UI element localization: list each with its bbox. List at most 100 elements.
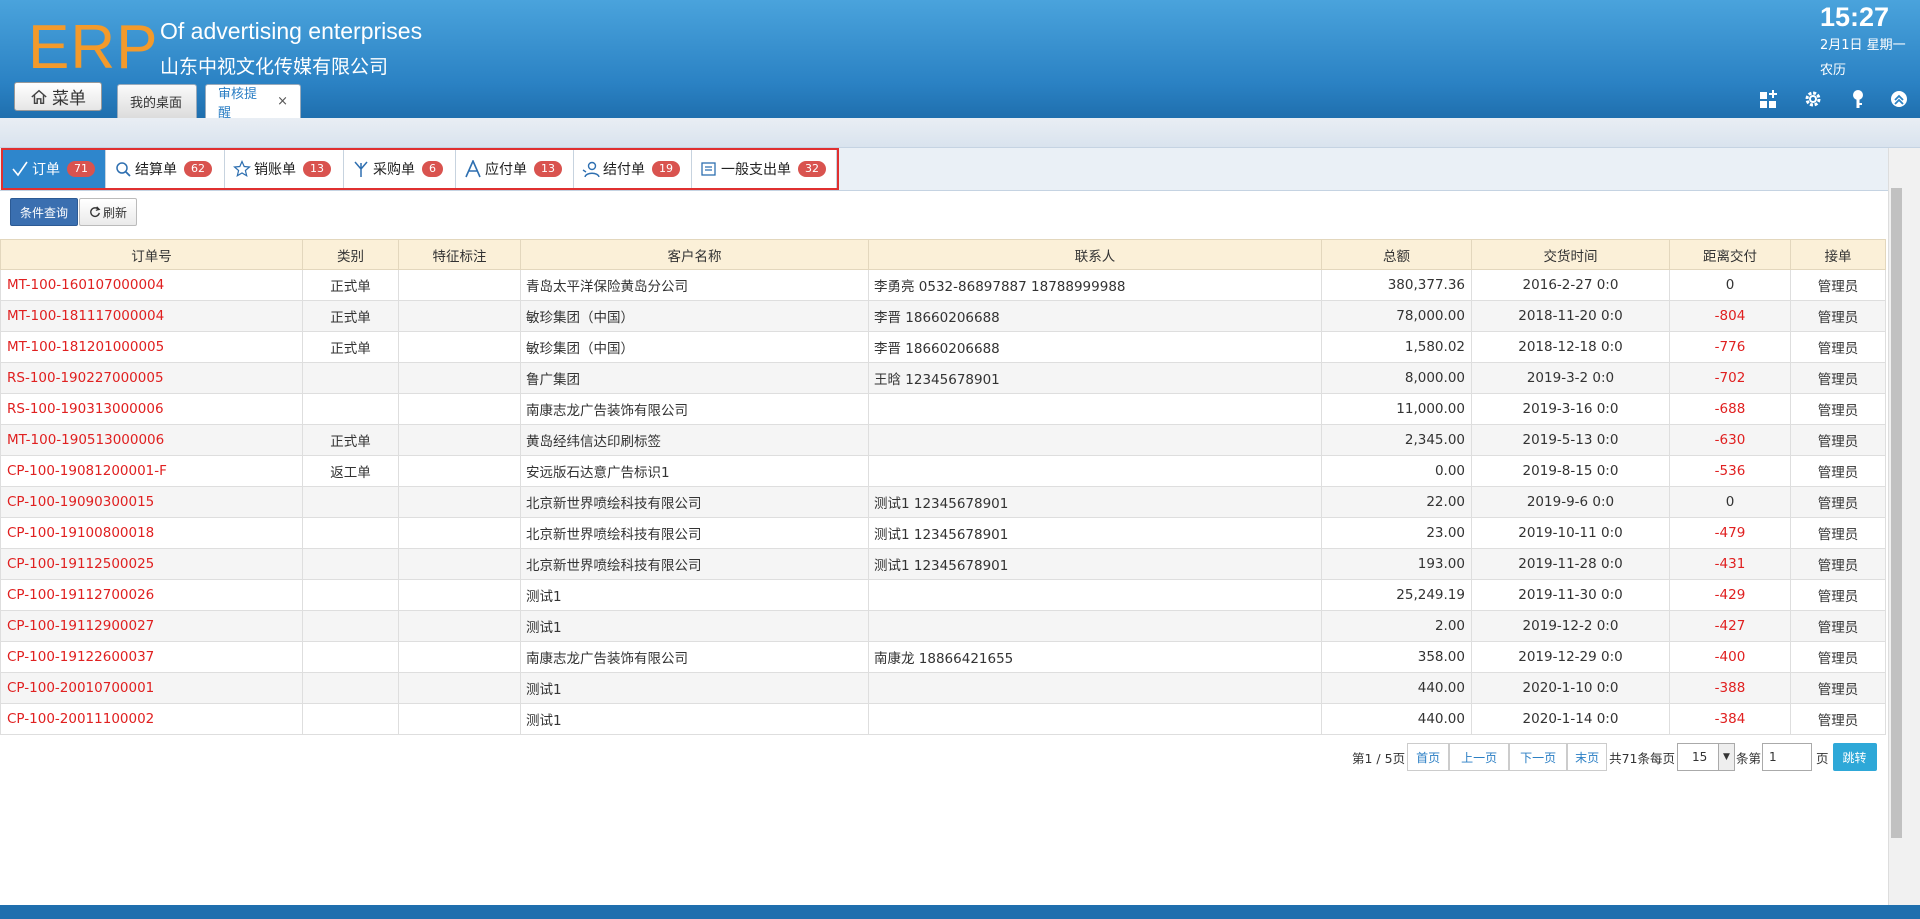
condition-query-button[interactable]: 条件查询 (10, 198, 78, 226)
tab-desktop[interactable]: 我的桌面 (117, 84, 197, 118)
order-number-link[interactable]: CP-100-19112500025 (0, 548, 303, 580)
column-header: 联系人 (868, 239, 1322, 270)
refresh-label: 刷新 (102, 205, 127, 220)
table-cell: 193.00 (1321, 548, 1472, 580)
check-icon (12, 161, 28, 177)
table-cell: -388 (1669, 672, 1791, 704)
order-number-link[interactable]: MT-100-181201000005 (0, 331, 303, 363)
table-row[interactable]: CP-100-19112700026 测试1 25,249.19 2019-11-30… (0, 579, 1886, 611)
goto-prefix: 条第 (1735, 750, 1761, 766)
table-row[interactable]: CP-100-19100800018 北京新世界喷绘科技有限公司 测试1 12345… (0, 517, 1886, 549)
per-page-select[interactable]: 15 ▼ (1676, 743, 1735, 771)
table-cell (302, 641, 399, 673)
app-header: ERP Of advertising enterprises 山东中视文化传媒有… (0, 0, 1920, 121)
table-header-row: 订单号 类别 特征标注 客户名称 联系人 总额 交货时间 距离交付 接单 (0, 239, 1886, 270)
doc-tab-orders[interactable]: 订单 71 (3, 150, 106, 188)
vertical-scrollbar[interactable] (1888, 148, 1904, 905)
goto-page-input[interactable]: 1 (1762, 743, 1812, 771)
key-icon[interactable] (1847, 88, 1869, 110)
column-header: 类别 (302, 239, 399, 270)
table-cell (302, 486, 399, 518)
table-row[interactable]: CP-100-19122600037 南康志龙广告装饰有限公司 南康龙 188664… (0, 641, 1886, 673)
grid-add-icon[interactable] (1758, 88, 1780, 110)
table-cell: 测试1 (520, 703, 869, 735)
order-number-link[interactable]: CP-100-19112700026 (0, 579, 303, 611)
doc-tab-general-expense[interactable]: 一般支出单 32 (692, 150, 837, 188)
table-cell: 鲁广集团 (520, 362, 869, 394)
table-cell: 2019-10-11 0:0 (1471, 517, 1670, 549)
goto-button[interactable]: 跳转 (1832, 743, 1877, 771)
doc-tab-payment[interactable]: 结付单 19 (574, 150, 692, 188)
count-badge: 71 (67, 161, 95, 177)
order-number-link[interactable]: MT-100-190513000006 (0, 424, 303, 456)
table-cell: 2016-2-27 0:0 (1471, 269, 1670, 301)
refresh-button[interactable]: 刷新 (79, 198, 137, 226)
menu-label: 菜单 (52, 89, 86, 109)
table-cell: -384 (1669, 703, 1791, 735)
table-cell (398, 641, 521, 673)
order-number-link[interactable]: RS-100-190227000005 (0, 362, 303, 394)
table-cell (302, 548, 399, 580)
order-number-link[interactable]: MT-100-181117000004 (0, 300, 303, 332)
table-cell: 正式单 (302, 269, 399, 301)
table-cell (398, 455, 521, 487)
table-cell (398, 703, 521, 735)
table-cell: 管理员 (1790, 548, 1886, 580)
doc-tab-purchase[interactable]: 采购单 6 (344, 150, 456, 188)
table-cell: -630 (1669, 424, 1791, 456)
table-row[interactable]: CP-100-19081200001-F 返工单 安远版石达意广告标识1 0.00 20… (0, 455, 1886, 487)
menu-button[interactable]: 菜单 (14, 82, 102, 111)
table-cell: 2019-9-6 0:0 (1471, 486, 1670, 518)
table-row[interactable]: RS-100-190227000005 鲁广集团 王晗 12345678901 8,0… (0, 362, 1886, 394)
doc-tab-label: 应付单 (485, 162, 527, 178)
table-row[interactable]: CP-100-19112500025 北京新世界喷绘科技有限公司 测试1 12345… (0, 548, 1886, 580)
order-number-link[interactable]: CP-100-20010700001 (0, 672, 303, 704)
order-number-link[interactable]: RS-100-190313000006 (0, 393, 303, 425)
table-cell: -479 (1669, 517, 1791, 549)
table-cell: -400 (1669, 641, 1791, 673)
table-cell: 青岛太平洋保险黄岛分公司 (520, 269, 869, 301)
tab-close-icon[interactable]: × (277, 94, 288, 109)
home-icon (31, 89, 47, 104)
table-cell: -688 (1669, 393, 1791, 425)
outer-scrollbar[interactable] (1904, 148, 1920, 905)
doc-tab-write-off[interactable]: 销账单 13 (225, 150, 344, 188)
order-number-link[interactable]: CP-100-19081200001-F (0, 455, 303, 487)
collapse-up-icon[interactable] (1888, 88, 1910, 110)
table-cell (398, 269, 521, 301)
table-row[interactable]: RS-100-190313000006 南康志龙广告装饰有限公司 11,000.00… (0, 393, 1886, 425)
next-page-button[interactable]: 下一页 (1509, 743, 1568, 771)
table-cell (868, 579, 1322, 611)
table-row[interactable]: CP-100-19090300015 北京新世界喷绘科技有限公司 测试1 12345… (0, 486, 1886, 518)
person-icon (582, 161, 600, 178)
table-row[interactable]: MT-100-190513000006 正式单 黄岛经纬信达印刷标签 2,345.00… (0, 424, 1886, 456)
order-number-link[interactable]: CP-100-19100800018 (0, 517, 303, 549)
lunar-calendar: 农历 (1820, 63, 1847, 78)
table-row[interactable]: MT-100-160107000004 正式单 青岛太平洋保险黄岛分公司 李勇亮 05… (0, 269, 1886, 301)
order-number-link[interactable]: CP-100-19122600037 (0, 641, 303, 673)
table-cell (398, 486, 521, 518)
table-cell: 2019-3-16 0:0 (1471, 393, 1670, 425)
table-row[interactable]: MT-100-181201000005 正式单 敏珍集团（中国） 李晋 1866020… (0, 331, 1886, 363)
gear-icon[interactable] (1802, 88, 1824, 110)
order-number-link[interactable]: CP-100-20011100002 (0, 703, 303, 735)
table-row[interactable]: MT-100-181117000004 正式单 敏珍集团（中国） 李晋 1866020… (0, 300, 1886, 332)
table-cell (868, 424, 1322, 456)
tab-review-reminder[interactable]: 审核提醒 × (205, 84, 301, 121)
prev-page-button[interactable]: 上一页 (1449, 743, 1510, 771)
table-row[interactable]: CP-100-20011100002 测试1 440.00 2020-1-14 0:0… (0, 703, 1886, 735)
order-number-link[interactable]: MT-100-160107000004 (0, 269, 303, 301)
table-row[interactable]: CP-100-19112900027 测试1 2.00 2019-12-2 0:0 -4… (0, 610, 1886, 642)
doc-tab-payable[interactable]: 应付单 13 (456, 150, 574, 188)
table-row[interactable]: CP-100-20010700001 测试1 440.00 2020-1-10 0:0… (0, 672, 1886, 704)
first-page-button[interactable]: 首页 (1407, 743, 1450, 771)
table-cell: 380,377.36 (1321, 269, 1472, 301)
order-number-link[interactable]: CP-100-19112900027 (0, 610, 303, 642)
scrollbar-thumb[interactable] (1891, 188, 1902, 838)
table-cell: 2018-11-20 0:0 (1471, 300, 1670, 332)
doc-tab-label: 结算单 (135, 162, 177, 178)
doc-tab-label: 销账单 (254, 162, 296, 178)
order-number-link[interactable]: CP-100-19090300015 (0, 486, 303, 518)
doc-tab-settlement[interactable]: 结算单 62 (106, 150, 225, 188)
last-page-button[interactable]: 末页 (1567, 743, 1608, 771)
